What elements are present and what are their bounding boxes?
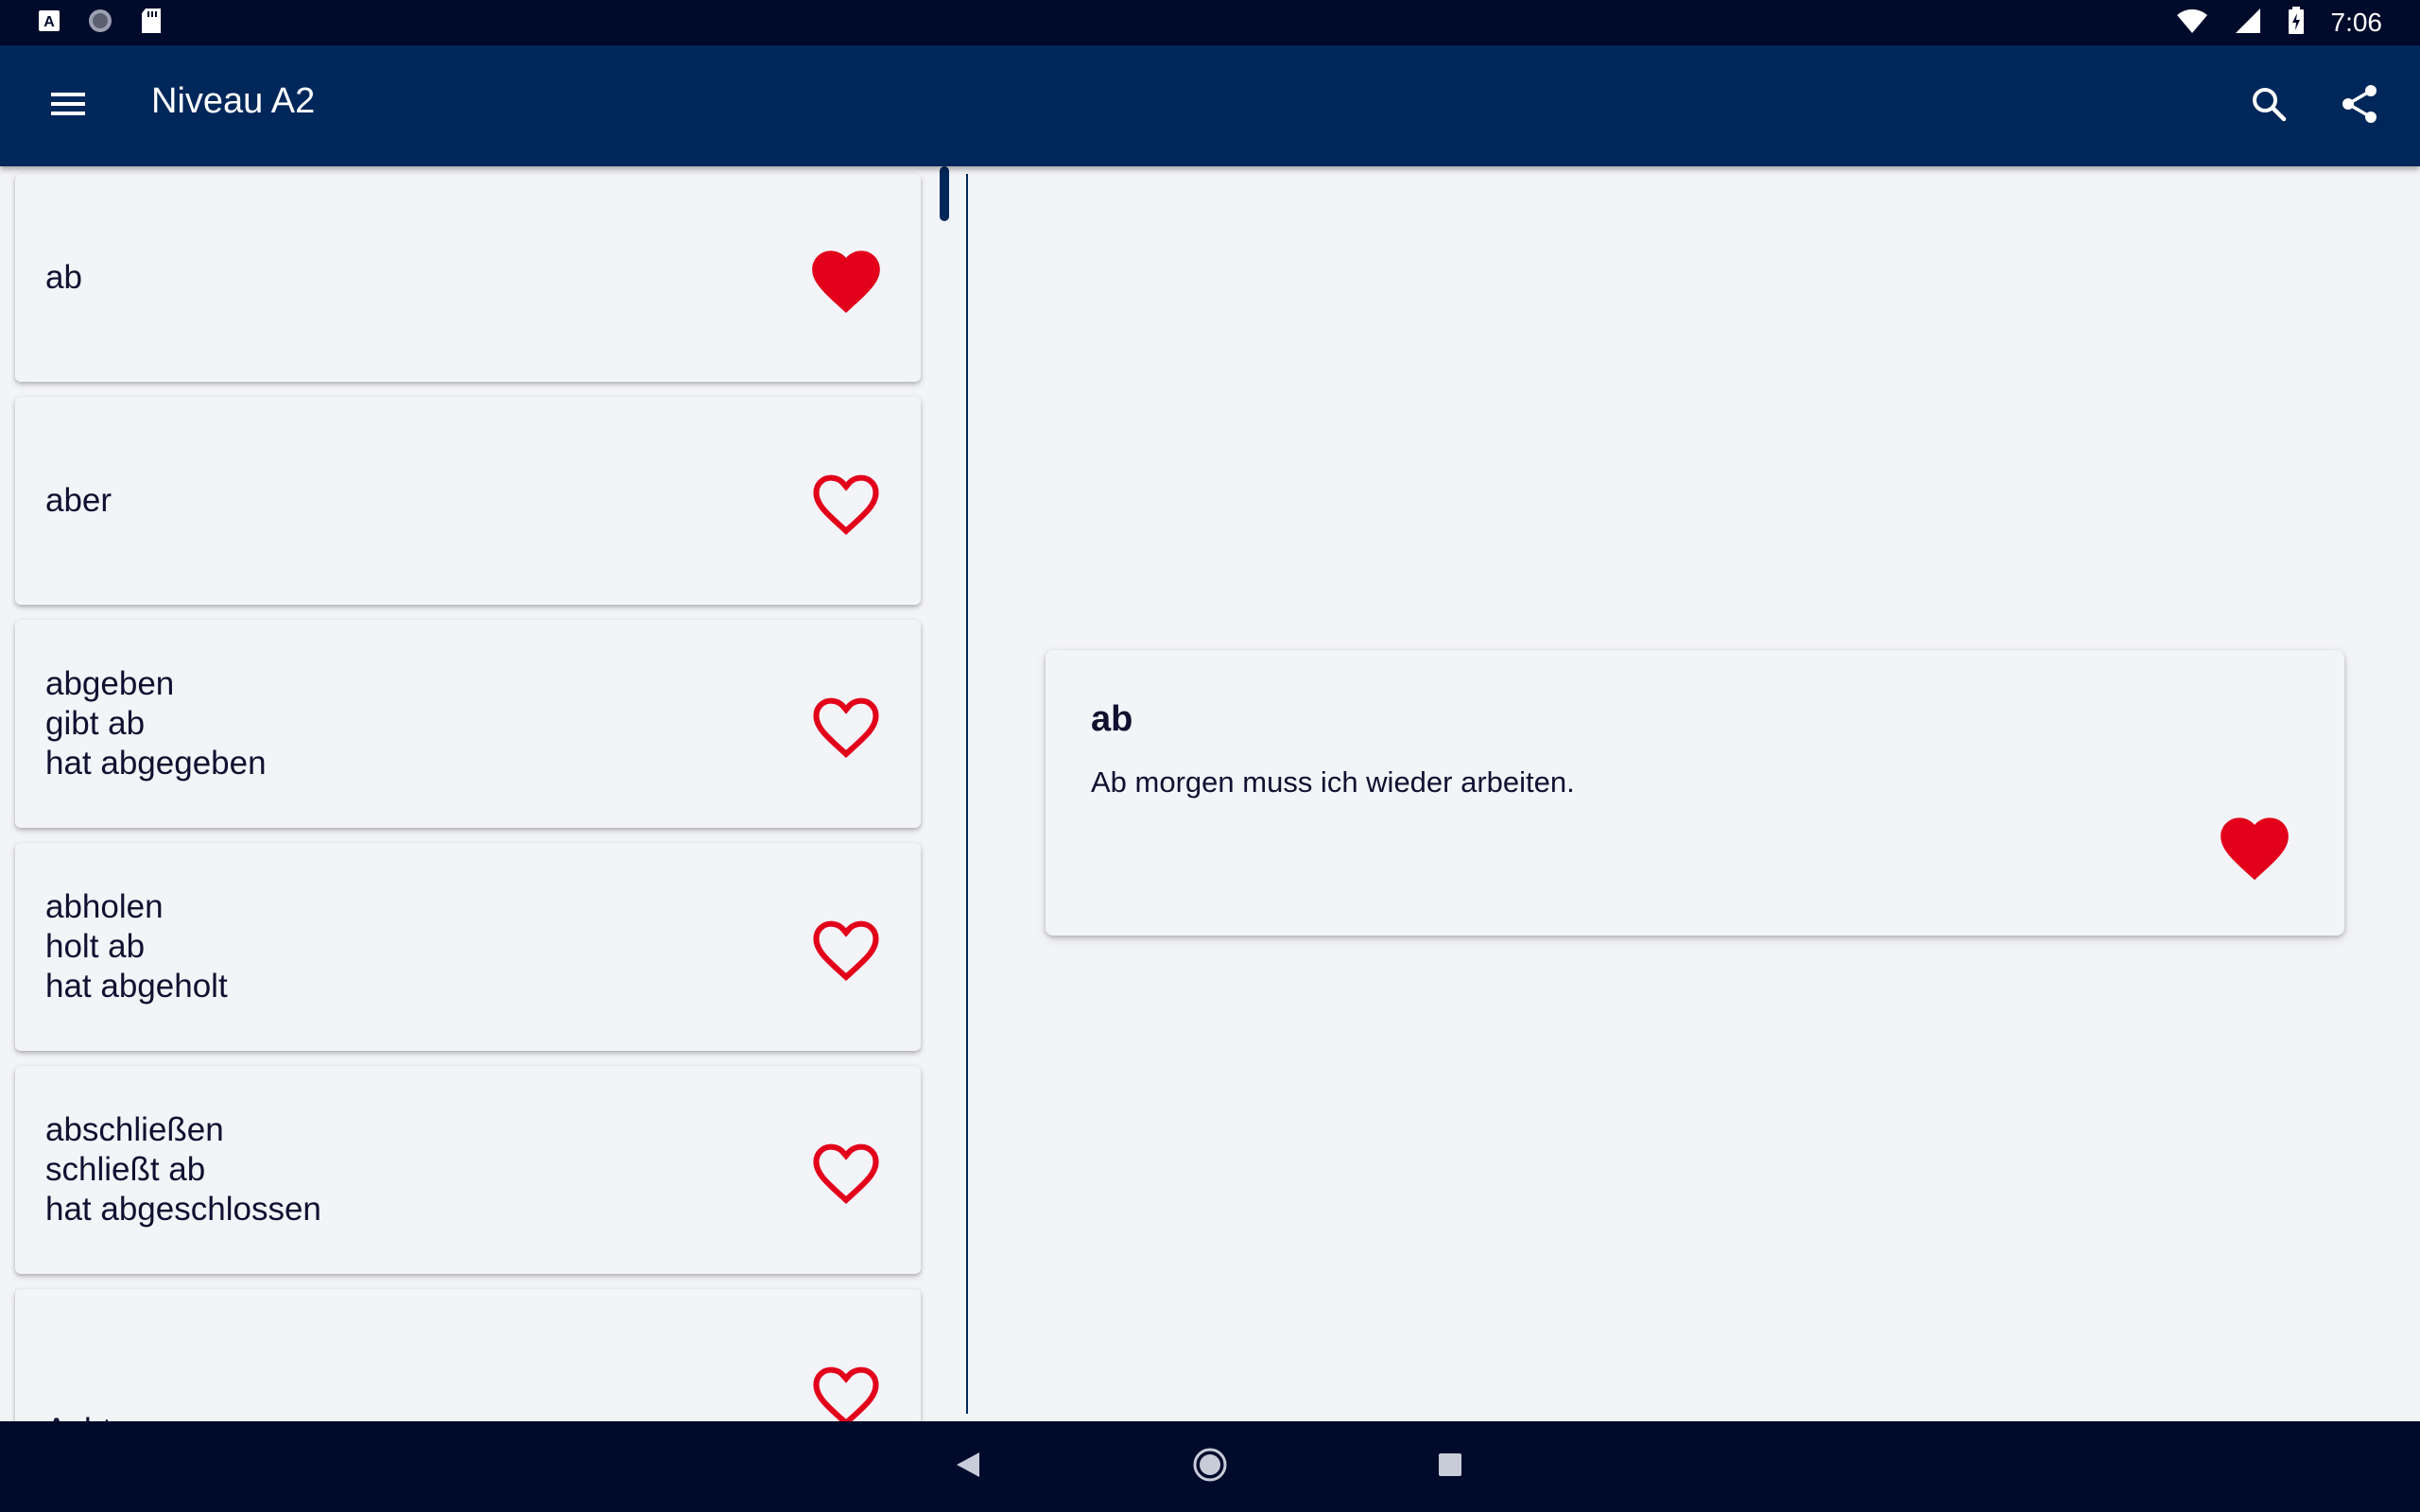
pane-divider xyxy=(966,174,968,1414)
clock: 7:06 xyxy=(2330,8,2383,37)
heart-outline-icon[interactable] xyxy=(805,909,887,985)
word-card[interactable]: Achtung xyxy=(15,1289,921,1421)
word-line: gibt ab xyxy=(45,705,146,742)
heart-outline-icon[interactable] xyxy=(805,686,887,762)
cell-signal-icon xyxy=(2235,8,2261,39)
battery-charging-icon xyxy=(2288,6,2305,40)
page-title: Niveau A2 xyxy=(151,81,316,121)
word-forms: ab xyxy=(45,174,764,382)
wifi-icon xyxy=(2176,8,2208,39)
word-line: abschließen xyxy=(45,1111,224,1148)
word-forms: aber xyxy=(45,397,764,605)
word-card[interactable]: abschließen schließt ab hat abgeschlosse… xyxy=(15,1066,921,1274)
word-card[interactable]: abholen holt ab hat abgeholt xyxy=(15,843,921,1051)
status-right-icons: 7:06 xyxy=(2176,6,2383,40)
search-icon xyxy=(2251,86,2287,127)
svg-text:A: A xyxy=(43,14,55,30)
word-line: ab xyxy=(45,259,82,296)
word-card[interactable]: aber xyxy=(15,397,921,605)
recents-icon xyxy=(1437,1452,1463,1483)
hamburger-menu-icon xyxy=(50,91,86,122)
app-bar: Niveau A2 xyxy=(0,45,2420,166)
sd-card-icon xyxy=(140,8,163,39)
status-bar: A 7:06 xyxy=(0,0,2420,45)
home-button[interactable] xyxy=(1182,1438,1238,1495)
share-icon xyxy=(2341,84,2378,129)
recents-button[interactable] xyxy=(1422,1438,1478,1495)
word-line: hat abgeschlossen xyxy=(45,1191,321,1228)
heart-outline-icon[interactable] xyxy=(805,1132,887,1208)
word-line: hat abgeholt xyxy=(45,968,228,1005)
word-forms: abgeben gibt ab hat abgegeben xyxy=(45,620,764,828)
scrollbar-thumb[interactable] xyxy=(940,166,949,221)
word-forms: abschließen schließt ab hat abgeschlosse… xyxy=(45,1066,764,1274)
detail-word: ab xyxy=(1091,699,1133,739)
share-button[interactable] xyxy=(2329,76,2390,136)
example-sentence: Ab morgen muss ich wieder arbeiten. xyxy=(1091,765,1575,799)
word-line: schließt ab xyxy=(45,1151,206,1188)
word-line: hat abgegeben xyxy=(45,745,267,782)
detail-card: ab Ab morgen muss ich wieder arbeiten. xyxy=(1046,650,2344,936)
search-button[interactable] xyxy=(2238,76,2299,136)
home-icon xyxy=(1192,1447,1228,1487)
heart-outline-icon[interactable] xyxy=(805,1355,887,1421)
word-line: aber xyxy=(45,482,112,519)
navigation-bar xyxy=(0,1421,2420,1512)
back-button[interactable] xyxy=(940,1438,996,1495)
heart-filled-icon[interactable] xyxy=(2214,807,2295,883)
word-line: abholen xyxy=(45,888,164,925)
word-card[interactable]: ab xyxy=(15,174,921,382)
word-line: Achtung xyxy=(45,1411,764,1421)
word-line: abgeben xyxy=(45,665,175,702)
a-keyboard-icon: A xyxy=(38,9,60,37)
circle-app-icon xyxy=(87,8,113,39)
status-left-icons: A xyxy=(38,8,163,39)
word-forms: Achtung xyxy=(45,1289,764,1421)
word-line: holt ab xyxy=(45,928,146,965)
heart-outline-icon[interactable] xyxy=(805,463,887,539)
word-forms: abholen holt ab hat abgeholt xyxy=(45,843,764,1051)
word-list[interactable]: ab aber abgeben gibt ab hat abgegeben ab… xyxy=(0,166,955,1421)
menu-button[interactable] xyxy=(38,79,98,132)
back-icon xyxy=(955,1451,981,1484)
heart-filled-icon[interactable] xyxy=(805,240,887,316)
word-card[interactable]: abgeben gibt ab hat abgegeben xyxy=(15,620,921,828)
